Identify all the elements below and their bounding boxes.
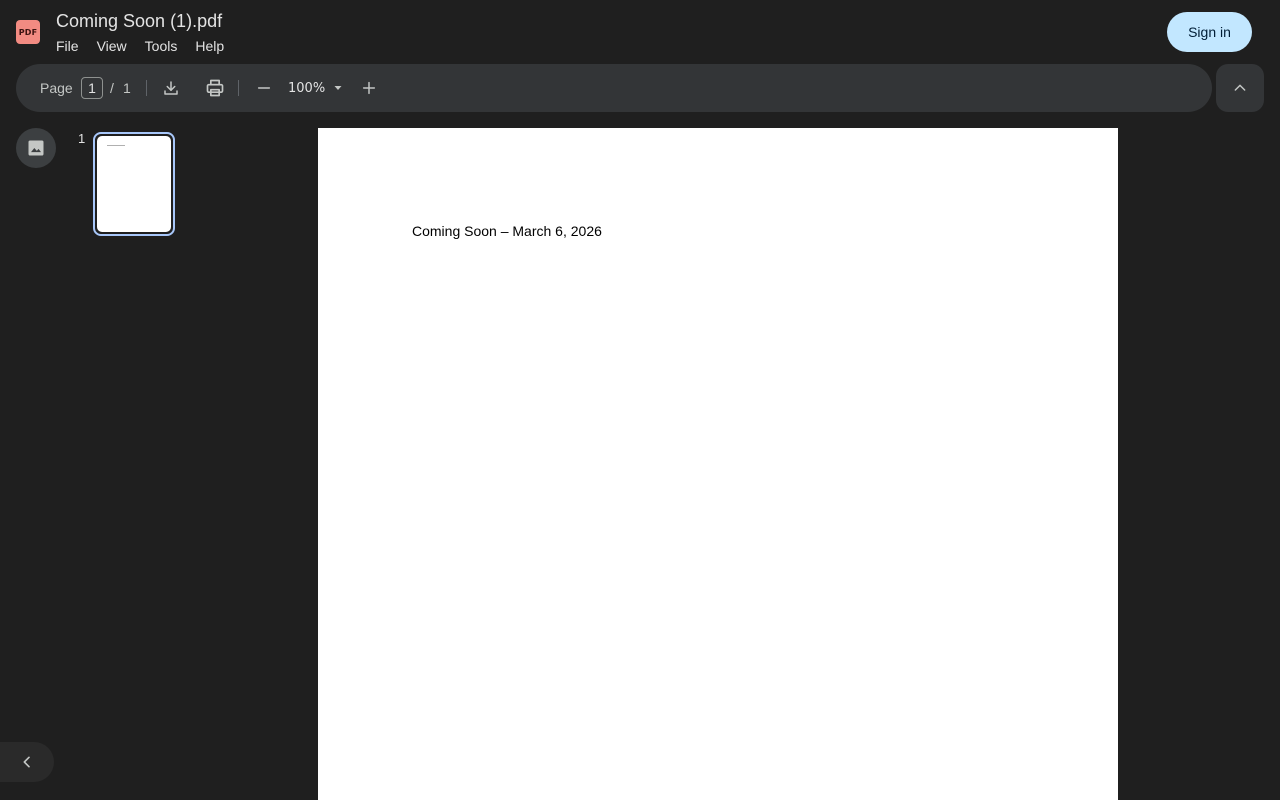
- header: PDF Coming Soon (1).pdf File View Tools …: [0, 0, 1280, 64]
- total-pages: 1: [123, 80, 131, 96]
- document-text: Coming Soon – March 6, 2026: [412, 223, 602, 239]
- page-thumbnail[interactable]: [93, 132, 175, 236]
- sidebar-collapse-button[interactable]: [0, 742, 54, 782]
- chevron-left-icon: [19, 754, 35, 770]
- toolbar-divider: [146, 80, 147, 96]
- zoom-out-icon[interactable]: [252, 76, 276, 100]
- menu-help[interactable]: Help: [195, 38, 224, 54]
- download-icon[interactable]: [159, 76, 183, 100]
- chevron-up-icon: [1232, 80, 1248, 96]
- print-icon[interactable]: [203, 76, 227, 100]
- zoom-in-icon[interactable]: [357, 76, 381, 100]
- image-icon: [26, 138, 46, 158]
- zoom-level[interactable]: 100%: [288, 64, 325, 112]
- document-title: Coming Soon (1).pdf: [56, 11, 223, 31]
- pdf-toolbar: Page 1 / 1 100%: [16, 64, 1212, 112]
- thumbnails-toggle-button[interactable]: [16, 128, 56, 168]
- zoom-dropdown-icon[interactable]: [326, 76, 350, 100]
- menu-bar: File View Tools Help: [56, 38, 242, 54]
- thumbnail-page-number: 1: [78, 131, 86, 146]
- thumbnail-page-preview: [97, 136, 171, 232]
- menu-tools[interactable]: Tools: [145, 38, 178, 54]
- menu-file[interactable]: File: [56, 38, 79, 54]
- page-label: Page: [40, 80, 73, 96]
- menu-view[interactable]: View: [97, 38, 127, 54]
- page-separator: /: [110, 80, 114, 96]
- pdf-logo-icon: PDF: [16, 20, 40, 44]
- thumbnail-text-line: [107, 145, 125, 146]
- page-number-input[interactable]: 1: [81, 77, 103, 99]
- sign-in-button[interactable]: Sign in: [1167, 12, 1252, 52]
- pdf-page: Coming Soon – March 6, 2026: [318, 128, 1118, 800]
- toolbar-divider: [238, 80, 239, 96]
- collapse-toolbar-button[interactable]: [1216, 64, 1264, 112]
